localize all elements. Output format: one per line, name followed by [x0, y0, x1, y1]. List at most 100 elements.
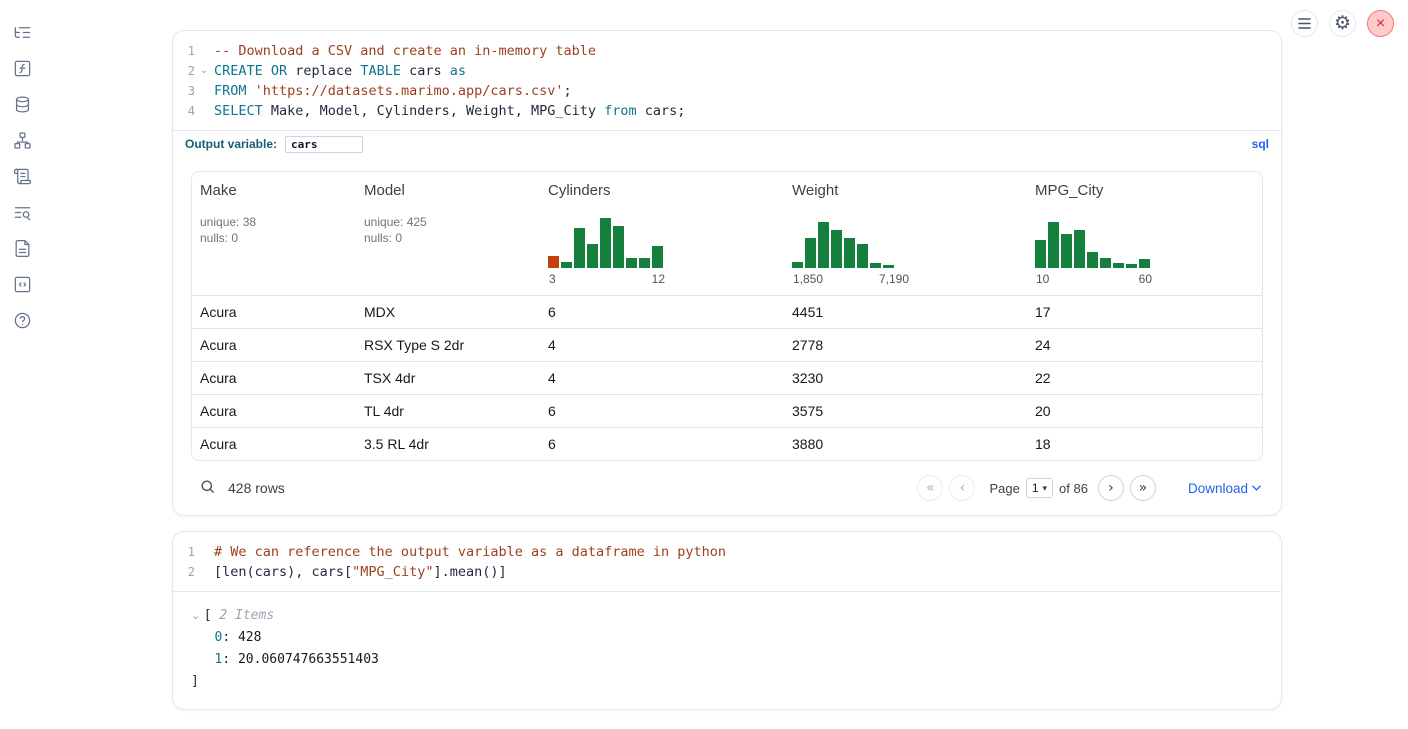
chevron-right-icon: › [1108, 480, 1114, 496]
cell-mpg-city: 18 [1027, 428, 1262, 460]
line-number: 4 [173, 101, 195, 121]
settings-button[interactable]: ⚙ [1329, 10, 1356, 37]
histogram-bar [883, 265, 894, 268]
histogram-bar [1048, 222, 1059, 268]
table-row: Acura RSX Type S 2dr 4 2778 24 [192, 328, 1262, 361]
histogram-bar [574, 228, 585, 268]
download-label: Download [1188, 481, 1248, 496]
table-row: Acura MDX 6 4451 17 [192, 295, 1262, 328]
table-row: Acura TL 4dr 6 3575 20 [192, 394, 1262, 427]
cell-weight: 4451 [784, 296, 1027, 328]
histogram-bar [652, 246, 663, 268]
histogram [1035, 216, 1153, 268]
page-select[interactable]: 1 ▾ [1026, 478, 1053, 498]
line-number: 1 [173, 542, 195, 562]
histogram-bar [805, 238, 816, 268]
axis-max: 60 [1139, 272, 1152, 286]
histogram-bar [857, 244, 868, 268]
file-tree-icon[interactable] [12, 22, 32, 42]
snippets-icon[interactable] [12, 274, 32, 294]
histogram-bar [818, 222, 829, 268]
page-select-value: 1 [1032, 481, 1039, 495]
data-table: Make unique: 38 nulls: 0 Model unique: 4… [191, 171, 1263, 461]
line-number: 3 [173, 81, 195, 101]
cell-weight: 3575 [784, 395, 1027, 427]
histogram-bar [1074, 230, 1085, 268]
cell-cylinders: 4 [540, 362, 784, 394]
column-header-weight: Weight 1,850 7,190 [784, 172, 1027, 295]
help-icon[interactable] [12, 310, 32, 330]
previous-page-button[interactable]: ‹ [949, 475, 975, 501]
column-header-mpg-city: MPG_City 10 60 [1027, 172, 1262, 295]
column-title[interactable]: MPG_City [1035, 182, 1254, 199]
column-stats: unique: 38 nulls: 0 [200, 214, 348, 246]
cell-cylinders: 4 [540, 329, 784, 361]
logs-search-icon[interactable] [12, 202, 32, 222]
histogram-bar [613, 226, 624, 268]
first-page-button[interactable]: « [917, 475, 943, 501]
variables-icon[interactable] [12, 58, 32, 78]
dependency-graph-icon[interactable] [12, 130, 32, 150]
histogram-bar [626, 258, 637, 268]
cell-weight: 3230 [784, 362, 1027, 394]
axis-min: 3 [549, 272, 556, 286]
histogram-bar [831, 230, 842, 268]
menu-button[interactable] [1291, 10, 1318, 37]
table-header-row: Make unique: 38 nulls: 0 Model unique: 4… [192, 172, 1262, 295]
histogram-bar [1139, 259, 1150, 268]
page-count-label: of 86 [1059, 481, 1088, 496]
hamburger-icon [1298, 18, 1311, 29]
cell-make: Acura [192, 329, 356, 361]
chevrons-left-icon: « [926, 480, 935, 496]
histogram-bar [587, 244, 598, 268]
table-footer: 428 rows « ‹ Page 1 ▾ of 86 › » Download [191, 461, 1263, 515]
axis-min: 1,850 [793, 272, 823, 286]
column-title[interactable]: Weight [792, 182, 1019, 199]
sql-cell-footer-strip: Output variable: sql [173, 130, 1281, 157]
cell-weight: 2778 [784, 329, 1027, 361]
output-variable-input[interactable] [285, 136, 363, 153]
cell-make: Acura [192, 296, 356, 328]
cell-mpg-city: 24 [1027, 329, 1262, 361]
chevrons-right-icon: » [1139, 480, 1148, 496]
line-number: 2 [173, 562, 195, 582]
search-button[interactable] [199, 478, 216, 498]
histogram-bar [1100, 258, 1111, 268]
sql-cell: 1-- Download a CSV and create an in-memo… [172, 30, 1282, 516]
axis-min: 10 [1036, 272, 1049, 286]
cell-model: MDX [356, 296, 540, 328]
next-page-button[interactable]: › [1098, 475, 1124, 501]
last-page-button[interactable]: » [1130, 475, 1156, 501]
python-cell-output: ⌄ [ 2 Items 0: 428 1: 20.060747663551403… [173, 591, 1281, 709]
cell-make: Acura [192, 428, 356, 460]
download-button[interactable]: Download [1188, 481, 1261, 496]
column-header-cylinders: Cylinders 3 12 [540, 172, 784, 295]
stat-nulls: nulls: 0 [200, 230, 348, 246]
close-icon: × [1376, 16, 1385, 32]
shutdown-button[interactable]: × [1367, 10, 1394, 37]
histogram-bar [1061, 234, 1072, 268]
fold-chevron-icon[interactable]: ⌄ [200, 61, 208, 81]
chevron-down-icon: ▾ [1043, 483, 1048, 494]
document-icon[interactable] [12, 238, 32, 258]
database-icon[interactable] [12, 94, 32, 114]
code-line: 1# We can reference the output variable … [173, 542, 1281, 562]
column-title[interactable]: Make [200, 182, 348, 199]
sql-code-editor[interactable]: 1-- Download a CSV and create an in-memo… [173, 31, 1281, 130]
cell-make: Acura [192, 395, 356, 427]
column-title[interactable]: Model [364, 182, 532, 199]
sql-cell-output: Make unique: 38 nulls: 0 Model unique: 4… [173, 157, 1281, 515]
cell-model: TSX 4dr [356, 362, 540, 394]
histogram-axis-labels: 3 12 [548, 272, 666, 286]
cell-model: TL 4dr [356, 395, 540, 427]
search-icon [199, 478, 216, 495]
code-line: 3FROM 'https://datasets.marimo.app/cars.… [173, 81, 1281, 101]
stat-unique: unique: 425 [364, 214, 532, 230]
histogram [792, 216, 910, 268]
python-code-editor[interactable]: 1# We can reference the output variable … [173, 532, 1281, 591]
gear-icon: ⚙ [1334, 14, 1351, 33]
outline-scroll-icon[interactable] [12, 166, 32, 186]
column-title[interactable]: Cylinders [548, 182, 776, 199]
cell-mpg-city: 20 [1027, 395, 1262, 427]
language-badge[interactable]: sql [1252, 137, 1269, 151]
